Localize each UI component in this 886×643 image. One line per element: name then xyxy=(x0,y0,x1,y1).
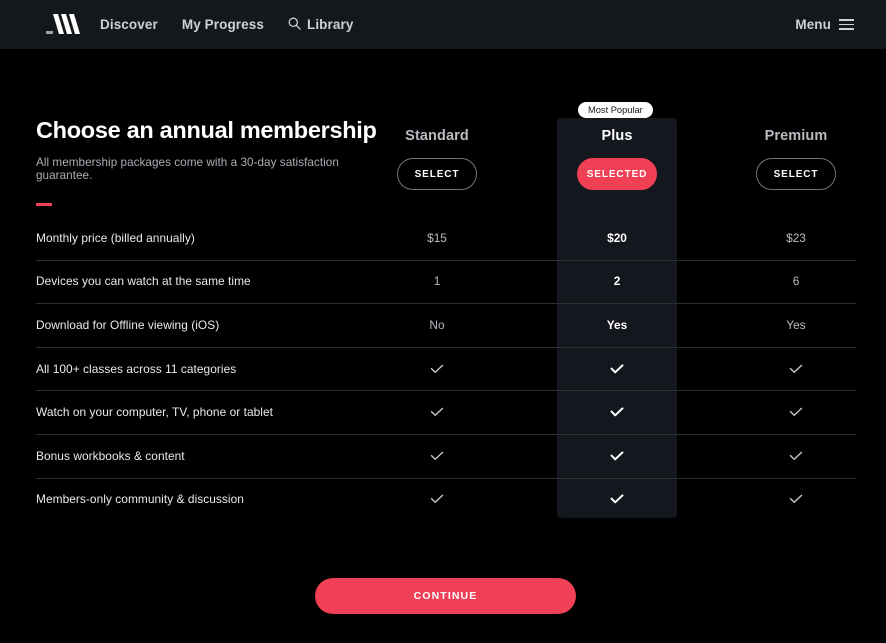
logo-mark xyxy=(46,14,80,34)
hamburger-icon xyxy=(839,19,854,30)
most-popular-badge: Most Popular xyxy=(578,102,653,118)
masterclass-logo[interactable] xyxy=(45,11,83,37)
intro-block: Choose an annual membership All membersh… xyxy=(36,117,396,207)
page-title: Choose an annual membership xyxy=(36,117,377,143)
check-icon xyxy=(557,404,677,420)
plan-name-standard: Standard xyxy=(405,128,469,144)
nav-link-discover[interactable]: Discover xyxy=(100,17,158,32)
select-button-premium[interactable]: SELECT xyxy=(756,158,836,190)
feature-label: Bonus workbooks & content xyxy=(36,448,185,463)
check-icon xyxy=(736,491,856,507)
feature-value-cell: 2 xyxy=(613,274,621,289)
site-header: Discover My Progress Library Menu xyxy=(0,0,886,49)
table-row: Bonus workbooks & content xyxy=(0,433,886,478)
feature-label: Devices you can watch at the same time xyxy=(36,274,251,289)
feature-value-cell: $23 xyxy=(786,230,806,245)
feature-value-cell: No xyxy=(429,317,445,332)
table-row: Members-only community & discussion xyxy=(0,477,886,522)
check-icon xyxy=(377,404,497,420)
feature-label: Watch on your computer, TV, phone or tab… xyxy=(36,405,274,420)
feature-value-cell: Yes xyxy=(606,317,628,332)
nav-link-library-label: Library xyxy=(306,17,354,32)
continue-button[interactable]: CONTINUE xyxy=(315,578,576,614)
check-icon xyxy=(557,491,677,507)
feature-value-cell: $15 xyxy=(427,230,447,245)
menu-button[interactable]: Menu xyxy=(795,0,854,49)
check-icon xyxy=(736,404,856,420)
check-icon xyxy=(377,448,497,464)
nav-link-my-progress-label: My Progress xyxy=(181,17,264,32)
feature-value-cell: 6 xyxy=(792,274,800,289)
menu-button-label: Menu xyxy=(795,17,831,32)
nav-link-my-progress[interactable]: My Progress xyxy=(182,17,264,32)
plan-name-premium: Premium xyxy=(764,128,828,144)
check-icon xyxy=(736,361,856,377)
plan-header-premium: Premium SELECT xyxy=(736,128,856,190)
select-button-standard[interactable]: SELECT xyxy=(397,158,477,190)
feature-value-cell: $20 xyxy=(607,230,627,245)
accent-bar xyxy=(36,203,52,207)
table-row: Watch on your computer, TV, phone or tab… xyxy=(0,390,886,434)
feature-label: Download for Offline viewing (iOS) xyxy=(36,317,220,332)
primary-nav: Discover My Progress Library xyxy=(100,0,353,49)
page-subtitle: All membership packages come with a 30-d… xyxy=(36,156,339,183)
check-icon xyxy=(736,448,856,464)
nav-link-library[interactable]: Library xyxy=(288,17,353,33)
select-button-plus[interactable]: SELECTED xyxy=(577,158,657,190)
feature-label: Members-only community & discussion xyxy=(36,492,244,507)
membership-plan-page: Discover My Progress Library Menu Choose… xyxy=(0,0,886,643)
plan-name-plus: Plus xyxy=(601,128,633,144)
check-icon xyxy=(557,361,677,377)
check-icon xyxy=(557,448,677,464)
table-row: All 100+ classes across 11 categories xyxy=(0,346,886,391)
table-row: Monthly price (billed annually) $15 $20 $23 xyxy=(0,216,886,260)
feature-comparison-table: Monthly price (billed annually) $15 $20 $23… xyxy=(0,216,886,521)
plan-header-plus: Plus SELECTED xyxy=(557,128,677,190)
feature-label: Monthly price (billed annually) xyxy=(36,230,195,245)
check-icon xyxy=(377,491,497,507)
table-row: Download for Offline viewing (iOS) No Yes Y… xyxy=(0,303,886,347)
check-icon xyxy=(377,361,497,377)
table-row: Devices you can watch at the same time 1 2… xyxy=(0,259,886,304)
feature-value-cell: Yes xyxy=(786,317,806,332)
feature-value-cell: 1 xyxy=(433,274,441,289)
plan-header-standard: Standard SELECT xyxy=(377,128,497,190)
feature-label: All 100+ classes across 11 categories xyxy=(36,361,237,376)
nav-link-discover-label: Discover xyxy=(100,17,158,32)
search-icon xyxy=(288,17,301,33)
